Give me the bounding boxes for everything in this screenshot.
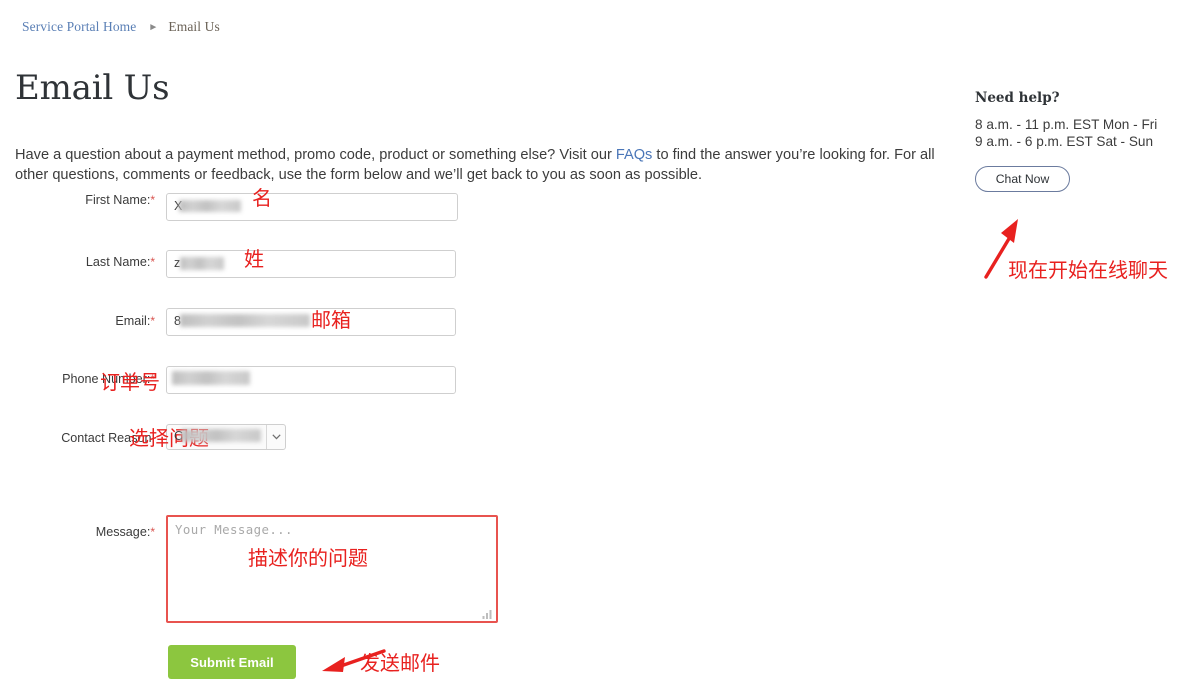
- breadcrumb-separator-icon: ►: [148, 22, 159, 33]
- faqs-link[interactable]: FAQs: [616, 147, 653, 163]
- breadcrumb-home-link[interactable]: Service Portal Home: [22, 19, 136, 34]
- email-us-form: First Name:* X 名 Last Name:* z 姓 Email:*…: [0, 188, 620, 697]
- form-row-email: Email:* 8 邮箱: [0, 297, 620, 349]
- support-hours-weekday: 8 a.m. - 11 p.m. EST Mon - Fri: [975, 117, 1158, 132]
- need-help-title: Need help?: [975, 90, 1060, 106]
- first-name-input[interactable]: [166, 193, 458, 221]
- chevron-down-icon[interactable]: [266, 425, 285, 449]
- phone-number-input[interactable]: [166, 366, 456, 394]
- annotation-chat: 现在开始在线聊天: [1008, 258, 1168, 282]
- form-row-last-name: Last Name:* z 姓: [0, 245, 620, 297]
- annotation-phone: 订单号: [100, 370, 160, 394]
- annotation-contact-reason: 选择问题: [129, 426, 209, 450]
- first-name-label: First Name:*: [85, 193, 155, 207]
- required-marker: *: [150, 255, 155, 269]
- annotation-last-name: 姓: [244, 247, 264, 271]
- submit-email-button[interactable]: Submit Email: [168, 645, 296, 679]
- breadcrumb: Service Portal Home ► Email Us: [22, 19, 220, 35]
- last-name-input[interactable]: [166, 250, 456, 278]
- required-marker: *: [150, 314, 155, 328]
- need-help-rail: Need help? 8 a.m. - 11 p.m. EST Mon - Fr…: [975, 90, 1190, 192]
- intro-text-before-link: Have a question about a payment method, …: [15, 146, 616, 163]
- resize-handle-icon[interactable]: [482, 607, 493, 619]
- form-row-message: Message:* Your Message... 描述你的问题: [0, 453, 620, 623]
- intro-paragraph: Have a question about a payment method, …: [15, 145, 955, 185]
- form-row-first-name: First Name:* X 名: [0, 188, 620, 245]
- annotation-message: 描述你的问题: [248, 546, 368, 570]
- annotation-submit: 发送邮件: [360, 651, 440, 675]
- support-hours-weekend: 9 a.m. - 6 p.m. EST Sat - Sun: [975, 134, 1154, 149]
- form-row-submit: Submit Email 发送邮件: [0, 645, 620, 697]
- annotation-email: 邮箱: [311, 308, 351, 332]
- breadcrumb-current: Email Us: [168, 19, 220, 34]
- email-label: Email:*: [115, 314, 155, 328]
- form-row-phone: Phone Number:* 订单号: [0, 349, 620, 401]
- message-label: Message:*: [95, 525, 155, 539]
- message-placeholder: Your Message...: [175, 522, 293, 537]
- support-hours: 8 a.m. - 11 p.m. EST Mon - Fri 9 a.m. - …: [975, 116, 1190, 150]
- annotation-first-name: 名: [252, 186, 272, 210]
- required-marker: *: [150, 525, 155, 539]
- required-marker: *: [150, 193, 155, 207]
- page-title: Email Us: [15, 68, 170, 108]
- form-row-contact-reason: Contact Reason: C 选择问题: [0, 401, 620, 453]
- last-name-label: Last Name:*: [85, 255, 155, 269]
- chat-now-button[interactable]: Chat Now: [975, 166, 1070, 192]
